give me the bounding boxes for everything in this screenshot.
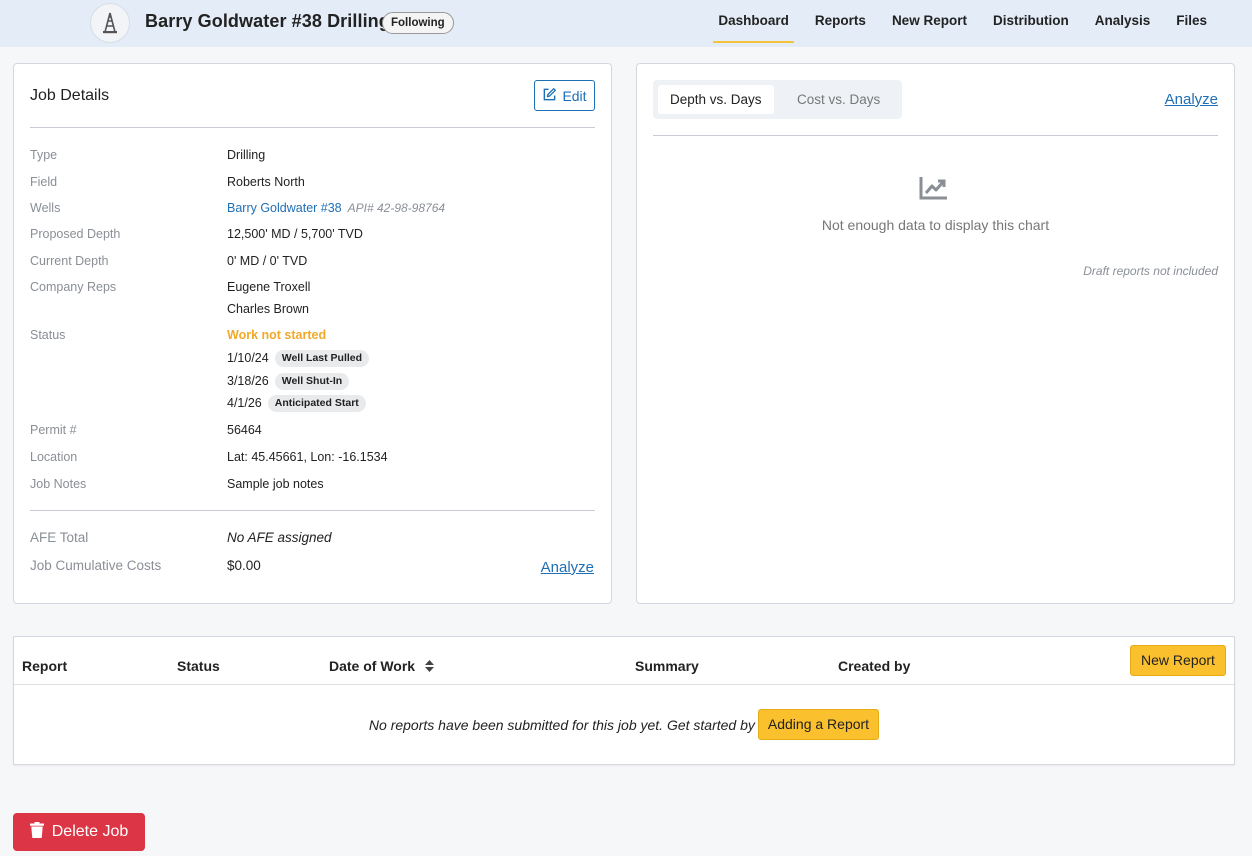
wells-value: Barry Goldwater #38 API# 42-98-98764 (227, 201, 445, 215)
permit-value: 56464 (227, 423, 262, 437)
current-depth-value: 0' MD / 0' TVD (227, 254, 308, 268)
chart-card: Depth vs. Days Cost vs. Days Analyze Not… (636, 63, 1235, 604)
status-date: 3/18/26 (227, 374, 269, 388)
well-api-number: API# 42-98-98764 (347, 201, 446, 215)
delete-job-label: Delete Job (51, 823, 129, 840)
well-link[interactable]: Barry Goldwater #38 (227, 201, 342, 215)
nav-tab-files[interactable]: Files (1163, 0, 1220, 47)
top-header: Barry Goldwater #38 Drilling Following D… (0, 0, 1252, 47)
column-header-report[interactable]: Report (22, 658, 67, 674)
field-label: Field (30, 175, 58, 189)
reports-table: Report Status Date of Work Summary Creat… (13, 636, 1235, 765)
edit-label: Edit (562, 87, 587, 104)
cumulative-costs-value: $0.00 (227, 558, 261, 573)
status-tag: Well Shut-In (274, 373, 350, 390)
nav-tab-analysis[interactable]: Analysis (1082, 0, 1164, 47)
delete-job-button[interactable]: Delete Job (13, 813, 145, 851)
tab-depth-vs-days[interactable]: Depth vs. Days (658, 85, 774, 114)
permit-label: Permit # (30, 423, 77, 437)
column-header-status[interactable]: Status (177, 658, 220, 674)
location-value: Lat: 45.45661, Lon: -16.1534 (227, 450, 388, 464)
location-label: Location (30, 450, 78, 464)
nav-tab-new-report[interactable]: New Report (879, 0, 980, 47)
status-value: Work not started (227, 328, 327, 342)
divider (30, 127, 595, 128)
status-date: 4/1/26 (227, 396, 262, 410)
analyze-costs-link[interactable]: Analyze (541, 559, 594, 576)
status-date-row: 4/1/26 Anticipated Start (227, 395, 366, 412)
status-date: 1/10/24 (227, 351, 269, 365)
edit-icon (542, 87, 557, 105)
divider (14, 684, 1234, 685)
proposed-depth-label: Proposed Depth (30, 227, 121, 241)
nav-tab-distribution[interactable]: Distribution (980, 0, 1082, 47)
status-tag: Anticipated Start (267, 395, 366, 412)
column-header-created-by[interactable]: Created by (838, 658, 910, 674)
job-details-title: Job Details (30, 87, 110, 104)
job-notes-value: Sample job notes (227, 477, 324, 491)
empty-reports-row: No reports have been submitted for this … (14, 709, 1234, 740)
trash-icon (29, 821, 44, 843)
company-rep-1: Eugene Troxell (227, 280, 311, 294)
status-label: Status (30, 328, 66, 342)
divider (653, 135, 1218, 136)
company-rep-2: Charles Brown (227, 302, 309, 316)
status-date-row: 3/18/26 Well Shut-In (227, 373, 350, 390)
cumulative-costs-label: Job Cumulative Costs (30, 558, 162, 573)
tab-cost-vs-days[interactable]: Cost vs. Days (785, 85, 892, 114)
proposed-depth-value: 12,500' MD / 5,700' TVD (227, 227, 363, 241)
edit-button[interactable]: Edit (534, 80, 595, 111)
column-header-summary[interactable]: Summary (635, 658, 699, 674)
field-value: Roberts North (227, 175, 305, 189)
type-label: Type (30, 148, 58, 162)
chart-line-icon (919, 175, 949, 204)
main-nav: Dashboard Reports New Report Distributio… (705, 0, 1220, 47)
sort-icon[interactable] (424, 659, 434, 675)
empty-reports-text: No reports have been submitted for this … (368, 716, 755, 733)
afe-total-label: AFE Total (30, 530, 89, 545)
current-depth-label: Current Depth (30, 254, 109, 268)
job-details-card: Job Details Edit Type Drilling Field Rob… (13, 63, 612, 604)
divider (30, 510, 595, 511)
drilling-rig-icon (90, 3, 130, 43)
column-header-label: Date of Work (329, 658, 416, 674)
new-report-button[interactable]: New Report (1130, 645, 1226, 676)
status-tag: Well Last Pulled (274, 350, 370, 367)
draft-reports-note: Draft reports not included (1083, 264, 1218, 278)
chart-tab-group: Depth vs. Days Cost vs. Days (653, 80, 902, 119)
company-reps-label: Company Reps (30, 280, 117, 294)
wells-label: Wells (30, 201, 61, 215)
chart-empty-message: Not enough data to display this chart (821, 217, 1050, 233)
page-title: Barry Goldwater #38 Drilling (145, 11, 390, 31)
type-value: Drilling (227, 148, 266, 162)
nav-tab-reports[interactable]: Reports (802, 0, 879, 47)
job-notes-label: Job Notes (30, 477, 87, 491)
nav-tab-dashboard[interactable]: Dashboard (705, 0, 802, 47)
column-header-date-of-work[interactable]: Date of Work (329, 658, 434, 675)
following-badge[interactable]: Following (382, 12, 454, 34)
analyze-chart-link[interactable]: Analyze (1165, 91, 1218, 108)
status-date-row: 1/10/24 Well Last Pulled (227, 350, 370, 367)
afe-total-value: No AFE assigned (227, 530, 332, 545)
add-report-button[interactable]: Adding a Report (757, 709, 880, 740)
